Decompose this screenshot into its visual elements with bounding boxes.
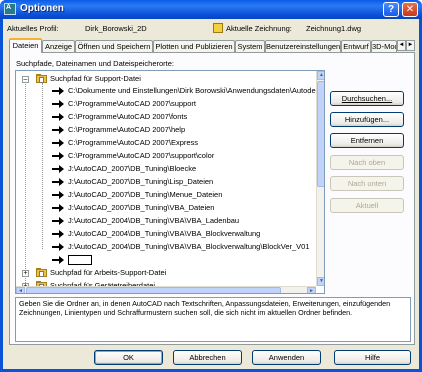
- tree-node-work-support-path[interactable]: + Suchpfad für Arbeits-Support-Datei: [16, 267, 316, 279]
- path-row[interactable]: C:\Programme\AutoCAD 2007\Express: [16, 137, 316, 149]
- remove-button[interactable]: Entfernen: [330, 133, 404, 148]
- new-path-input[interactable]: [68, 255, 92, 265]
- path-text: J:\AutoCAD_2007\DB_Tuning\VBA_Dateien: [68, 203, 215, 212]
- tab-scroll-right-arrow-icon[interactable]: ►: [406, 40, 415, 51]
- current-drawing-label: Aktuelle Zeichnung:: [226, 24, 292, 33]
- scroll-down-arrow-icon[interactable]: ▼: [317, 277, 324, 286]
- path-text: J:\AutoCAD_2007\DB_Tuning\Bloecke: [68, 164, 197, 173]
- path-row[interactable]: C:\Programme\AutoCAD 2007\support: [16, 98, 316, 110]
- tab-3d-modellierung[interactable]: 3D-Mod: [371, 40, 397, 52]
- add-button[interactable]: Hinzufügen...: [330, 112, 404, 127]
- path-row[interactable]: J:\AutoCAD_2007\DB_Tuning\Bloecke: [16, 163, 316, 175]
- profile-info-row: Aktuelles Profil: Dirk_Borowski_2D Aktue…: [7, 23, 417, 36]
- help-button[interactable]: Hilfe: [334, 350, 411, 365]
- path-text: C:\Programme\AutoCAD 2007\Express: [68, 138, 199, 147]
- apply-button[interactable]: Anwenden: [252, 350, 321, 365]
- options-dialog: A Optionen ? ✕ Aktuelles Profil: Dirk_Bo…: [0, 0, 422, 372]
- path-arrow-icon: [52, 150, 64, 162]
- path-arrow-icon: [52, 176, 64, 188]
- dialog-client-area: Aktuelles Profil: Dirk_Borowski_2D Aktue…: [3, 19, 419, 369]
- tree-node-support-path[interactable]: – Suchpfad für Support-Datei: [16, 73, 316, 85]
- path-text: C:\Programme\AutoCAD 2007\fonts: [68, 112, 188, 121]
- expand-icon[interactable]: +: [22, 270, 29, 277]
- cancel-button[interactable]: Abbrechen: [173, 350, 242, 365]
- title-close-button[interactable]: ✕: [402, 2, 418, 17]
- collapse-icon[interactable]: –: [22, 76, 29, 83]
- path-row[interactable]: J:\AutoCAD_2007\DB_Tuning\VBA_Dateien: [16, 202, 316, 214]
- path-text: J:\AutoCAD_2007\DB_Tuning\Menue_Dateien: [68, 190, 223, 199]
- search-paths-label: Suchpfade, Dateinamen und Dateispeichero…: [16, 59, 175, 68]
- tree-content: – Suchpfad für Support-Datei C:\Dokument…: [16, 71, 316, 293]
- tree-node-label: Suchpfad für Support-Datei: [50, 74, 141, 83]
- tab-entwurf[interactable]: Entwurf: [341, 40, 371, 52]
- path-arrow-icon: [52, 124, 64, 136]
- autocad-app-icon: A: [4, 3, 16, 15]
- path-arrow-icon: [52, 228, 64, 240]
- path-row[interactable]: J:\AutoCAD_2007\DB_Tuning\Lisp_Dateien: [16, 176, 316, 188]
- window-title: Optionen: [20, 3, 64, 14]
- move-down-button[interactable]: Nach unten: [330, 176, 404, 191]
- ok-button[interactable]: OK: [94, 350, 163, 365]
- title-bar[interactable]: A Optionen ? ✕: [0, 0, 422, 19]
- path-row[interactable]: C:\Programme\AutoCAD 2007\fonts: [16, 111, 316, 123]
- tab-benutzereinstellungen[interactable]: Benutzereinstellungen: [265, 40, 341, 52]
- path-arrow-icon: [52, 254, 64, 266]
- tree-horizontal-scrollbar[interactable]: ◄ ►: [16, 286, 316, 293]
- set-current-button[interactable]: Aktuell: [330, 198, 404, 213]
- tab-anzeige[interactable]: Anzeige: [42, 40, 75, 52]
- path-text: C:\Programme\AutoCAD 2007\support\color: [68, 151, 215, 160]
- path-row[interactable]: J:\AutoCAD_2004\DB_Tuning\VBA\VBA_Blockv…: [16, 228, 316, 240]
- path-arrow-icon: [52, 111, 64, 123]
- vertical-scroll-thumb[interactable]: [317, 81, 324, 187]
- path-arrow-icon: [52, 189, 64, 201]
- path-arrow-icon: [52, 98, 64, 110]
- scroll-right-arrow-icon[interactable]: ►: [307, 287, 316, 293]
- folder-icon: [36, 74, 47, 83]
- scroll-up-arrow-icon[interactable]: ▲: [317, 71, 324, 80]
- folder-icon: [36, 268, 47, 277]
- current-profile-value: Dirk_Borowski_2D: [85, 24, 147, 33]
- scroll-left-arrow-icon[interactable]: ◄: [16, 287, 25, 293]
- path-row[interactable]: J:\AutoCAD_2004\DB_Tuning\VBA\VBA_Ladenb…: [16, 215, 316, 227]
- description-box: Geben Sie die Ordner an, in denen AutoCA…: [15, 297, 411, 342]
- path-text: C:\Programme\AutoCAD 2007\support: [68, 99, 196, 108]
- move-up-button[interactable]: Nach oben: [330, 155, 404, 170]
- tab-scroll-left-arrow-icon[interactable]: ◄: [397, 40, 406, 51]
- path-row[interactable]: C:\Programme\AutoCAD 2007\support\color: [16, 150, 316, 162]
- tab-dateien[interactable]: Dateien: [9, 38, 42, 53]
- path-arrow-icon: [52, 137, 64, 149]
- path-arrow-icon: [52, 241, 64, 253]
- path-text: J:\AutoCAD_2004\DB_Tuning\VBA\VBA_Ladenb…: [68, 216, 240, 225]
- path-text: C:\Dokumente und Einstellungen\Dirk Boro…: [68, 86, 316, 95]
- path-arrow-icon: [52, 215, 64, 227]
- path-arrow-icon: [52, 202, 64, 214]
- path-text: J:\AutoCAD_2004\DB_Tuning\VBA\VBA_Blockv…: [68, 229, 261, 238]
- new-path-row[interactable]: [16, 254, 316, 266]
- path-row[interactable]: J:\AutoCAD_2007\DB_Tuning\Menue_Dateien: [16, 189, 316, 201]
- files-tab-panel: Suchpfade, Dateinamen und Dateispeichero…: [9, 52, 415, 345]
- path-text: J:\AutoCAD_2004\DB_Tuning\VBA\VBA_Blockv…: [68, 242, 310, 251]
- search-path-tree[interactable]: – Suchpfad für Support-Datei C:\Dokument…: [15, 70, 325, 294]
- path-row[interactable]: C:\Dokumente und Einstellungen\Dirk Boro…: [16, 85, 316, 97]
- tab-system[interactable]: System: [235, 40, 265, 52]
- current-drawing-value: Zeichnung1.dwg: [306, 24, 362, 33]
- tree-node-label: Suchpfad für Arbeits-Support-Datei: [50, 268, 167, 277]
- browse-button[interactable]: Durchsuchen...: [330, 91, 404, 106]
- path-arrow-icon: [52, 163, 64, 175]
- title-help-button[interactable]: ?: [383, 2, 399, 17]
- tab-oeffnen-speichern[interactable]: Öffnen und Speichern: [75, 40, 153, 52]
- current-profile-label: Aktuelles Profil:: [7, 24, 59, 33]
- path-row[interactable]: J:\AutoCAD_2004\DB_Tuning\VBA\VBA_Blockv…: [16, 241, 316, 253]
- tab-plotten-publizieren[interactable]: Plotten und Publizieren: [153, 40, 235, 52]
- tree-vertical-scrollbar[interactable]: ▲ ▼: [316, 71, 324, 286]
- path-text: C:\Programme\AutoCAD 2007\help: [68, 125, 186, 134]
- tab-strip: Dateien Anzeige Öffnen und Speichern Plo…: [9, 38, 415, 53]
- path-arrow-icon: [52, 85, 64, 97]
- path-row[interactable]: C:\Programme\AutoCAD 2007\help: [16, 124, 316, 136]
- drawing-icon: [213, 23, 223, 33]
- horizontal-scroll-thumb[interactable]: [26, 287, 281, 293]
- path-text: J:\AutoCAD_2007\DB_Tuning\Lisp_Dateien: [68, 177, 214, 186]
